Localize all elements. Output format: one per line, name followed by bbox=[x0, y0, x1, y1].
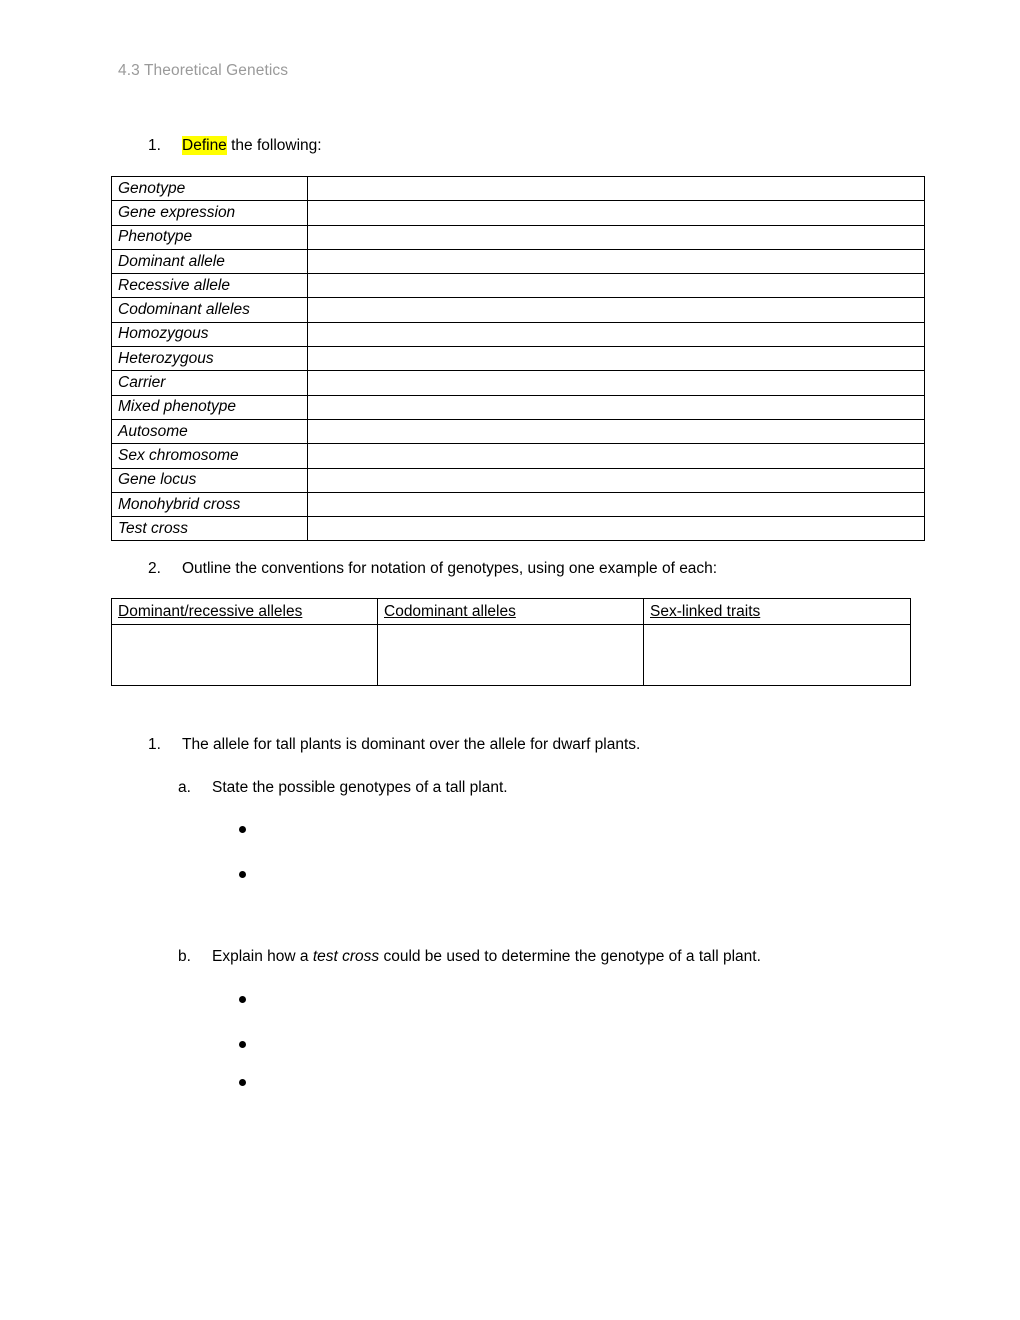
answer-cell[interactable] bbox=[307, 491, 925, 518]
table-row: Homozygous bbox=[111, 321, 925, 348]
answer-cell[interactable] bbox=[307, 443, 925, 469]
table-row: Monohybrid cross bbox=[111, 491, 925, 518]
question-3-number: 1. bbox=[148, 736, 161, 753]
answer-cell[interactable] bbox=[307, 467, 925, 493]
term-cell: Gene expression bbox=[111, 200, 308, 226]
document-page: 4.3 Theoretical Genetics 1. Define the fo… bbox=[0, 0, 1020, 1320]
answer-cell[interactable] bbox=[307, 321, 925, 348]
question-3-text: The allele for tall plants is dominant o… bbox=[182, 736, 641, 753]
question-2-number: 2. bbox=[148, 560, 161, 577]
term-cell: Monohybrid cross bbox=[111, 491, 308, 518]
answer-cell[interactable] bbox=[307, 175, 925, 202]
term-cell: Genotype bbox=[111, 175, 308, 202]
question-2-text: Outline the conventions for notation of … bbox=[182, 560, 718, 577]
conventions-table: Dominant/recessive alleles Codominant al… bbox=[111, 598, 911, 686]
table-row: Genotype bbox=[111, 175, 925, 202]
answer-cell[interactable] bbox=[307, 297, 925, 323]
term-cell: Homozygous bbox=[111, 321, 308, 348]
part-b-bullet bbox=[239, 1079, 246, 1086]
running-header: 4.3 Theoretical Genetics bbox=[118, 62, 289, 79]
table-header-row: Dominant/recessive alleles Codominant al… bbox=[111, 598, 911, 625]
table-row: Heterozygous bbox=[111, 346, 925, 372]
table-row: Codominant alleles bbox=[111, 297, 925, 323]
definitions-table: Genotype Gene expression Phenotype Domin… bbox=[111, 175, 925, 542]
question-1-rest: the following: bbox=[226, 137, 322, 154]
table-row: Autosome bbox=[111, 418, 925, 445]
answer-cell[interactable] bbox=[307, 248, 925, 275]
question-3-part-b-line: b. Explain how a test cross could be used… bbox=[178, 947, 761, 967]
conventions-header-label: Sex-linked traits bbox=[650, 602, 761, 620]
table-row: Recessive allele bbox=[111, 273, 925, 299]
table-row bbox=[111, 624, 911, 686]
answer-cell[interactable] bbox=[307, 516, 925, 542]
table-row: Carrier bbox=[111, 370, 925, 396]
question-1-number: 1. bbox=[148, 137, 161, 154]
answer-cell[interactable] bbox=[307, 200, 925, 226]
question-1-line: 1. Define the following: bbox=[148, 136, 322, 156]
part-a-bullet bbox=[239, 826, 246, 833]
term-cell: Gene locus bbox=[111, 467, 308, 493]
answer-cell[interactable] bbox=[307, 370, 925, 396]
definitions-table-body: Genotype Gene expression Phenotype Domin… bbox=[111, 175, 925, 542]
conventions-answer-cell[interactable] bbox=[377, 624, 644, 686]
part-a-bullet bbox=[239, 871, 246, 878]
table-row: Sex chromosome bbox=[111, 443, 925, 469]
conventions-header-cell: Sex-linked traits bbox=[643, 598, 911, 625]
part-a-marker: a. bbox=[178, 779, 191, 796]
table-row: Gene expression bbox=[111, 200, 925, 226]
term-cell: Recessive allele bbox=[111, 273, 308, 299]
table-row: Gene locus bbox=[111, 467, 925, 493]
term-cell: Codominant alleles bbox=[111, 297, 308, 323]
conventions-answer-cell[interactable] bbox=[643, 624, 911, 686]
question-2-line: 2. Outline the conventions for notation o… bbox=[148, 559, 717, 579]
part-a-text: State the possible genotypes of a tall p… bbox=[212, 779, 508, 796]
term-cell: Heterozygous bbox=[111, 346, 308, 372]
term-cell: Phenotype bbox=[111, 224, 308, 250]
term-cell: Carrier bbox=[111, 370, 308, 396]
conventions-answer-cell[interactable] bbox=[111, 624, 378, 686]
conventions-header-cell: Codominant alleles bbox=[377, 598, 644, 625]
question-1-highlighted-word: Define bbox=[182, 136, 227, 155]
term-cell: Test cross bbox=[111, 516, 308, 542]
question-3-line: 1. The allele for tall plants is dominant… bbox=[148, 735, 640, 755]
conventions-header-label: Codominant alleles bbox=[384, 602, 516, 620]
part-b-italic-term: test cross bbox=[312, 948, 380, 965]
part-b-suffix: could be used to determine the genotype … bbox=[379, 948, 761, 965]
question-3-part-a-line: a. State the possible genotypes of a tall… bbox=[178, 778, 508, 798]
table-row: Mixed phenotype bbox=[111, 394, 925, 420]
conventions-header-label: Dominant/recessive alleles bbox=[118, 602, 303, 620]
answer-cell[interactable] bbox=[307, 273, 925, 299]
part-b-bullet bbox=[239, 1041, 246, 1048]
part-b-prefix: Explain how a bbox=[212, 948, 313, 965]
answer-cell[interactable] bbox=[307, 418, 925, 445]
term-cell: Autosome bbox=[111, 418, 308, 445]
answer-cell[interactable] bbox=[307, 394, 925, 420]
term-cell: Mixed phenotype bbox=[111, 394, 308, 420]
table-row: Dominant allele bbox=[111, 248, 925, 275]
table-row: Phenotype bbox=[111, 224, 925, 250]
part-b-bullet bbox=[239, 996, 246, 1003]
conventions-table-body: Dominant/recessive alleles Codominant al… bbox=[111, 598, 911, 686]
conventions-header-cell: Dominant/recessive alleles bbox=[111, 598, 378, 625]
answer-cell[interactable] bbox=[307, 346, 925, 372]
table-row: Test cross bbox=[111, 516, 925, 542]
term-cell: Dominant allele bbox=[111, 248, 308, 275]
answer-cell[interactable] bbox=[307, 224, 925, 250]
part-b-marker: b. bbox=[178, 948, 191, 965]
term-cell: Sex chromosome bbox=[111, 443, 308, 469]
